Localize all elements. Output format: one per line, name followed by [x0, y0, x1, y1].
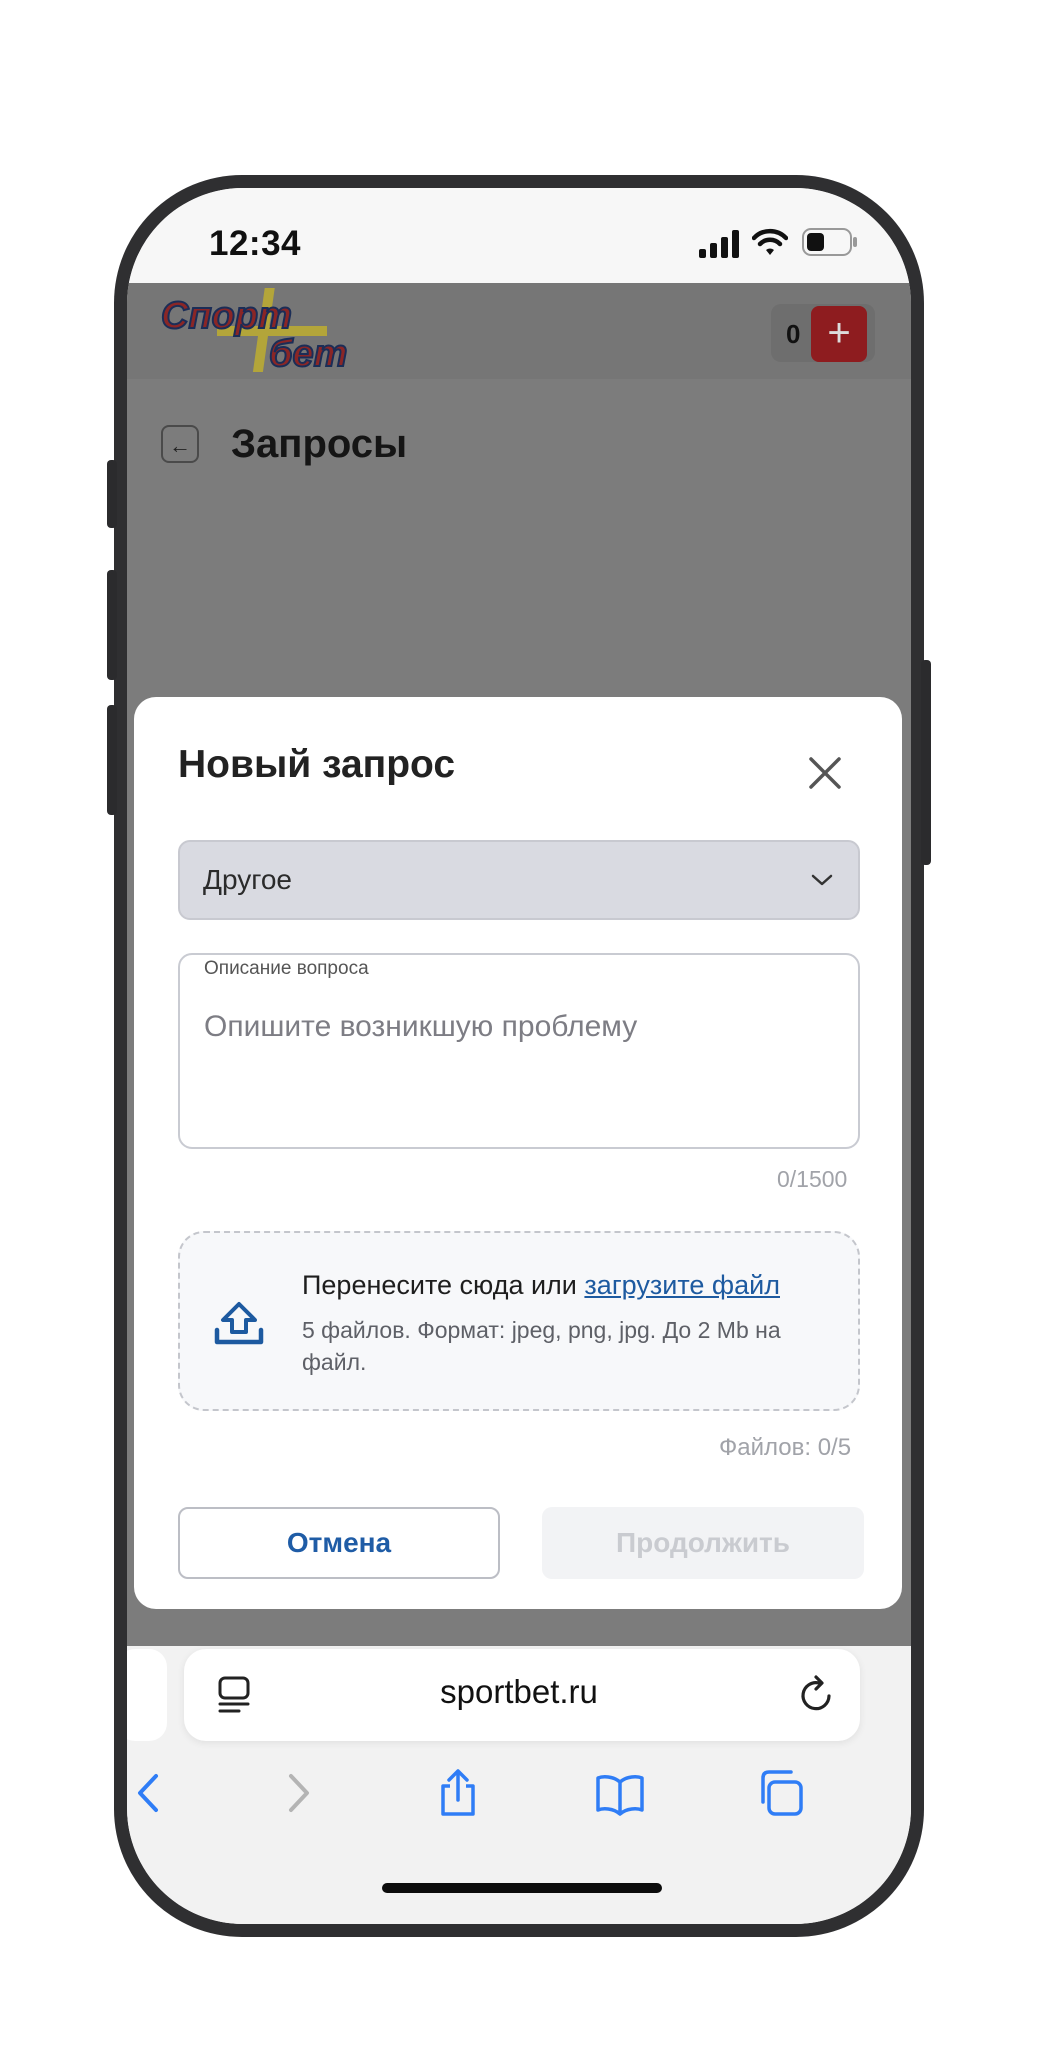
chevron-down-icon — [811, 874, 833, 886]
power-button — [921, 660, 931, 865]
svg-text:Спорт: Спорт — [161, 295, 292, 337]
description-textarea[interactable] — [178, 953, 860, 1149]
signal-icon — [699, 230, 739, 258]
modal-title: Новый запрос — [178, 743, 456, 786]
balance-value: 0 — [786, 319, 801, 349]
sportbet-logo[interactable]: Спорт бет — [157, 286, 372, 376]
new-request-modal — [134, 697, 902, 1609]
wifi-icon — [752, 228, 788, 255]
url-text[interactable]: sportbet.ru — [127, 1673, 911, 1711]
forward-arrow-icon[interactable] — [273, 1768, 323, 1818]
page-title: Запросы — [231, 422, 408, 466]
files-count: Файлов: 0/5 — [719, 1434, 852, 1461]
battery-icon — [802, 228, 857, 256]
upload-hint: 5 файлов. Формат: jpeg, png, jpg. До 2 M… — [302, 1317, 781, 1375]
dropzone-text: Перенесите сюда или загрузите файл — [302, 1270, 780, 1301]
svg-text:бет: бет — [269, 333, 347, 375]
share-icon[interactable] — [433, 1768, 483, 1818]
back-arrow-icon[interactable] — [127, 1768, 174, 1818]
cancel-button[interactable]: Отмена — [178, 1507, 500, 1579]
back-button[interactable]: ← — [161, 425, 199, 463]
volume-down-button — [107, 705, 117, 815]
upload-file-link[interactable]: загрузите файл — [584, 1270, 780, 1300]
tabs-icon[interactable] — [755, 1768, 805, 1818]
home-indicator — [382, 1883, 662, 1893]
reload-icon[interactable] — [799, 1674, 835, 1714]
continue-button[interactable]: Продолжить — [542, 1507, 864, 1579]
dropzone-instruction: Перенесите сюда или — [302, 1270, 577, 1300]
phone-screen: 12:34 Спорт бет 0 + ← Запросы Новый запр… — [127, 188, 911, 1924]
mute-switch — [107, 460, 117, 528]
upload-icon — [214, 1302, 264, 1345]
category-select-value: Другое — [203, 864, 292, 895]
char-counter: 0/1500 — [777, 1166, 848, 1192]
volume-up-button — [107, 570, 117, 680]
close-icon[interactable] — [805, 753, 845, 793]
description-label: Описание вопроса — [204, 958, 369, 979]
description-placeholder: Опишите возникшую проблему — [204, 1010, 638, 1043]
bookmarks-icon[interactable] — [595, 1768, 645, 1818]
status-time: 12:34 — [209, 224, 302, 263]
deposit-plus-button[interactable]: + — [811, 306, 867, 362]
